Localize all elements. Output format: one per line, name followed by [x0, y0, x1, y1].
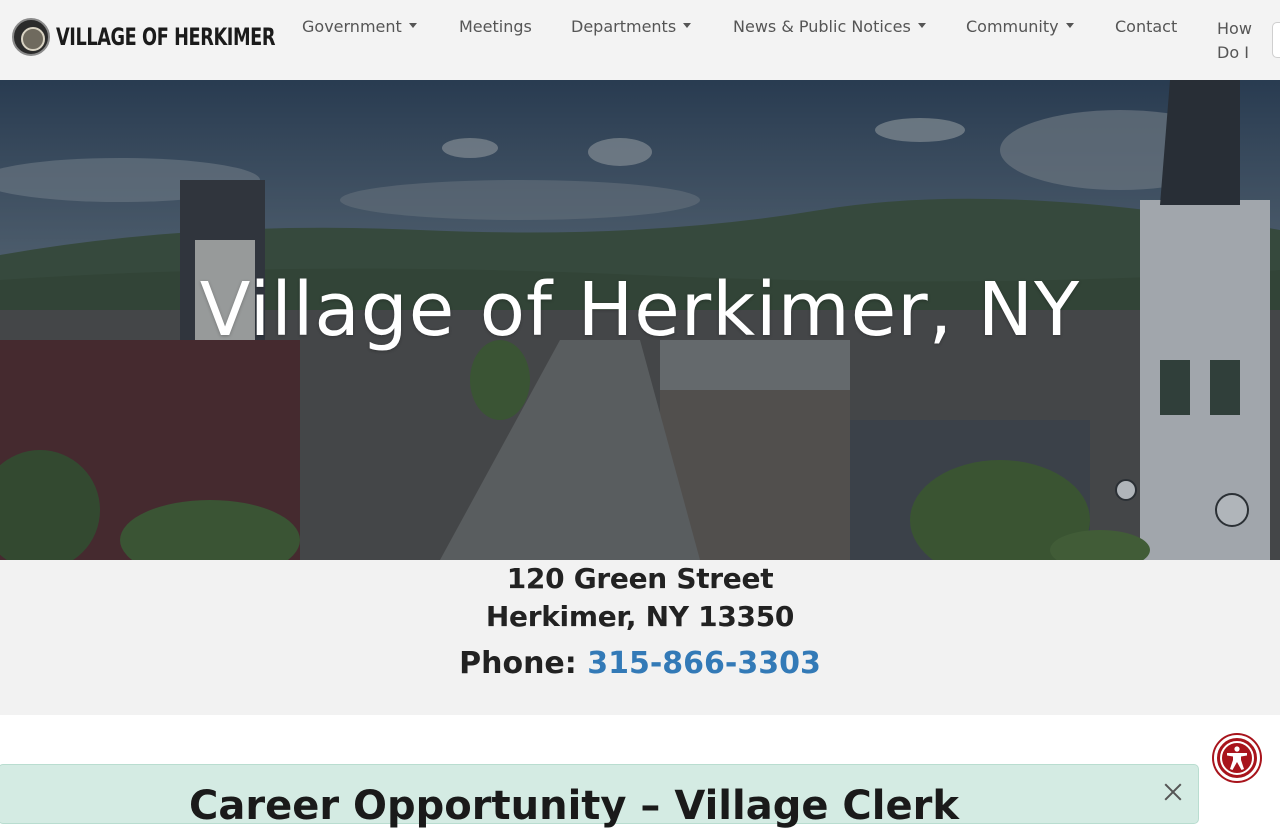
- village-seal-logo: [12, 18, 50, 56]
- phone-line: Phone: 315-866-3303: [0, 644, 1280, 684]
- city-state-zip: Herkimer, NY 13350: [485, 600, 795, 633]
- hero-title: Village of Herkimer, NY: [199, 267, 1081, 353]
- alert-title: Career Opportunity – Village Clerk: [189, 783, 959, 829]
- nav-government-label: Government: [302, 17, 402, 36]
- nav-community[interactable]: Community: [966, 17, 1074, 37]
- nav-community-label: Community: [966, 17, 1059, 36]
- contact-section: 120 Green Street Herkimer, NY 13350 Phon…: [0, 560, 1280, 715]
- search-button-partial[interactable]: [1272, 22, 1280, 58]
- nav-contact-label: Contact: [1115, 17, 1178, 36]
- phone-link[interactable]: 315-866-3303: [587, 646, 821, 681]
- accessibility-icon: [1220, 741, 1254, 775]
- caret-down-icon: [683, 23, 692, 28]
- nav-news-public-notices[interactable]: News & Public Notices: [733, 17, 926, 37]
- caret-down-icon: [1065, 23, 1074, 28]
- career-alert: Career Opportunity – Village Clerk: [0, 764, 1199, 829]
- nav-departments[interactable]: Departments: [571, 17, 692, 37]
- accessibility-button[interactable]: [1214, 735, 1260, 781]
- top-navbar: VILLAGE OF HERKIMER Government Meetings …: [0, 0, 1280, 80]
- hero-banner: Village of Herkimer, NY: [0, 80, 1280, 560]
- nav-contact[interactable]: Contact: [1115, 17, 1177, 37]
- nav-departments-label: Departments: [571, 17, 677, 36]
- caret-down-icon: [917, 23, 926, 28]
- brand-name: VILLAGE OF HERKIMER: [56, 23, 276, 51]
- nav-meetings[interactable]: Meetings: [459, 17, 532, 37]
- nav-meetings-label: Meetings: [459, 17, 532, 36]
- caret-down-icon: [408, 23, 417, 28]
- nav-government[interactable]: Government: [302, 17, 417, 37]
- street-address: 120 Green Street: [506, 562, 774, 595]
- nav-how-do-i[interactable]: How Do I: [1217, 17, 1257, 65]
- brand-link[interactable]: VILLAGE OF HERKIMER: [12, 16, 323, 58]
- phone-label: Phone:: [459, 646, 577, 681]
- nav-news-label: News & Public Notices: [733, 17, 911, 36]
